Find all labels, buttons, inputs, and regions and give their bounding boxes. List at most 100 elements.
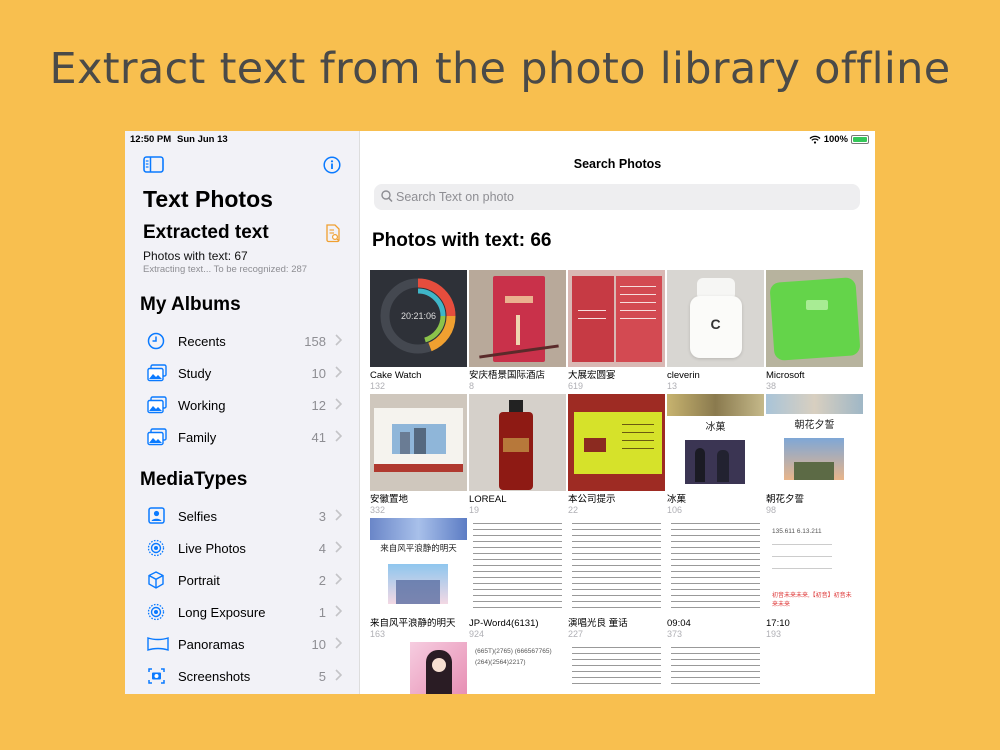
sidebar-item-count: 1: [318, 604, 326, 620]
document-search-icon[interactable]: [325, 224, 341, 248]
photo-cell[interactable]: 演唱光良 童话 227: [568, 518, 665, 639]
mediatypes-header: MediaTypes: [140, 469, 248, 490]
sidebar-item-count: 10: [311, 365, 326, 381]
sidebar-item-label: Recents: [178, 333, 226, 349]
photo-text-count: 13: [667, 381, 678, 391]
photo-cell[interactable]: C cleverin 13: [667, 270, 764, 391]
hyouka-title-text: 冰菓: [705, 422, 726, 433]
search-icon: [381, 190, 393, 208]
photo-stack-icon: [147, 396, 167, 414]
person-square-icon: [147, 507, 167, 525]
photo-cell[interactable]: 20:21:06 Cake Watch 132: [370, 270, 467, 391]
photos-header: Photos with text: 66: [372, 230, 552, 251]
sidebar-item-label: Working: [178, 397, 226, 413]
cube-icon: [147, 571, 167, 589]
sidebar-item-selfies[interactable]: Selfies 3: [125, 501, 360, 531]
sidebar-item-label: Long Exposure: [178, 604, 266, 620]
sidebar-item-label: Study: [178, 365, 212, 381]
photo-cell[interactable]: [370, 642, 467, 694]
sidebar-item-count: 41: [311, 429, 326, 445]
sidebar-item-label: Live Photos: [178, 540, 246, 556]
photo-cell[interactable]: 朝花夕誓 朝花夕誓 98: [766, 394, 863, 515]
sidebar-item-recents[interactable]: Recents 158: [125, 326, 360, 356]
jp-lines-text: (665T)(2765) (666567765) (264)(2564)2217…: [475, 648, 552, 666]
chouka-title-text: 朝花夕誓: [794, 420, 835, 431]
photo-cell[interactable]: 本公司提示 22: [568, 394, 665, 515]
chevron-right-icon: [335, 604, 343, 623]
photo-text-count: 227: [568, 629, 584, 639]
extracting-status: Extracting text... To be recognized: 287: [143, 264, 308, 275]
sidebar-item-long-exposure[interactable]: Long Exposure 1: [125, 597, 360, 627]
photo-thumbnail: 来自风平浪静的明天: [370, 518, 467, 615]
photo-text-count: 373: [667, 629, 683, 639]
panorama-icon: [147, 635, 169, 653]
clever-logo-text: C: [710, 316, 721, 332]
sidebar-item-count: 158: [304, 333, 326, 349]
photo-cell[interactable]: 大展宏圆宴 619: [568, 270, 665, 391]
photo-caption: 安徽置地: [370, 494, 409, 505]
notes-text: 135.611 6.13.211: [772, 528, 822, 535]
sidebar-item-count: 3: [318, 508, 326, 524]
photo-cell[interactable]: 09:04 373: [667, 518, 764, 639]
photo-cell[interactable]: 安徽置地 332: [370, 394, 467, 515]
photo-thumbnail: [568, 642, 665, 694]
photo-caption: 17:10: [766, 618, 790, 629]
photo-cell[interactable]: 冰菓 冰菓 106: [667, 394, 764, 515]
sidebar-item-study[interactable]: Study 10: [125, 358, 360, 388]
photo-thumbnail: [568, 518, 665, 615]
photo-cell[interactable]: (665T)(2765) (666567765) (264)(2564)2217…: [469, 642, 566, 694]
photo-cell[interactable]: 安庆梧景国际酒店 8: [469, 270, 566, 391]
photo-cell[interactable]: 来自风平浪静的明天 来自风平浪静的明天 163: [370, 518, 467, 639]
sidebar-item-count: 10: [311, 636, 326, 652]
live-photo-icon: [147, 539, 167, 557]
chevron-right-icon: [335, 572, 343, 591]
sidebar-item-family[interactable]: Family 41: [125, 422, 360, 452]
photo-caption: JP-Word4(6131): [469, 618, 539, 629]
sidebar-item-working[interactable]: Working 12: [125, 390, 360, 420]
photo-thumbnail: C: [667, 270, 764, 367]
battery-percent: 100%: [823, 134, 848, 145]
photo-text-count: 98: [766, 505, 777, 515]
main-panel: 100% Search Photos Search Text on photo …: [360, 131, 875, 694]
ipad-screen: 12:50 PM Sun Jun 13 Text Photos Extracte…: [125, 131, 875, 694]
sidebar-title: Text Photos: [143, 186, 273, 212]
photo-cell[interactable]: [667, 642, 764, 694]
photo-thumbnail: [469, 270, 566, 367]
photo-thumbnail: [766, 270, 863, 367]
photo-caption: 来自风平浪静的明天: [370, 618, 456, 629]
watch-time-text: 20:21:06: [400, 311, 437, 321]
info-icon[interactable]: [323, 156, 341, 179]
sidebar-item-count: 12: [311, 397, 326, 413]
sidebar-item-live-photos[interactable]: Live Photos 4: [125, 533, 360, 563]
status-right: 100%: [809, 134, 869, 145]
photo-text-count: 619: [568, 381, 584, 391]
extracted-text-title[interactable]: Extracted text: [143, 222, 269, 244]
photo-cell[interactable]: Microsoft 38: [766, 270, 863, 391]
search-input[interactable]: Search Text on photo: [374, 184, 860, 210]
sidebar-item-label: Screenshots: [178, 668, 251, 684]
photo-thumbnail: 20:21:06: [370, 270, 467, 367]
photo-thumbnail: 冰菓: [667, 394, 764, 491]
chevron-right-icon: [335, 397, 343, 416]
sidebar-item-panoramas[interactable]: Panoramas 10: [125, 629, 360, 659]
sidebar-item-screenshots[interactable]: Screenshots 5: [125, 661, 360, 691]
photo-caption: LOREAL: [469, 494, 507, 505]
long-exposure-icon: [147, 603, 167, 621]
photo-thumbnail: [370, 394, 467, 491]
photo-caption: 演唱光良 童话: [568, 618, 628, 629]
photos-with-text-count: Photos with text: 67: [143, 249, 248, 263]
red-text: 初音未来未来,【初音】初音未来未来: [772, 593, 852, 608]
sidebar-item-label: Selfies: [178, 508, 218, 524]
sidebar-item-count: 2: [318, 572, 326, 588]
nagiasu-title-text: 来自风平浪静的明天: [380, 543, 457, 553]
page-title: Search Photos: [573, 157, 662, 171]
photo-thumbnail: [568, 270, 665, 367]
photo-cell[interactable]: LOREAL 19: [469, 394, 566, 515]
photo-cell[interactable]: 135.611 6.13.211 初音未来未来,【初音】初音未来未来 17:10…: [766, 518, 863, 639]
photo-thumbnail: (665T)(2765) (666567765) (264)(2564)2217…: [469, 642, 566, 694]
photo-thumbnail: 135.611 6.13.211 初音未来未来,【初音】初音未来未来: [766, 518, 863, 615]
photo-cell[interactable]: [568, 642, 665, 694]
sidebar-toggle-icon[interactable]: [143, 156, 164, 178]
photo-cell[interactable]: JP-Word4(6131) 924: [469, 518, 566, 639]
sidebar-item-portrait[interactable]: Portrait 2: [125, 565, 360, 595]
